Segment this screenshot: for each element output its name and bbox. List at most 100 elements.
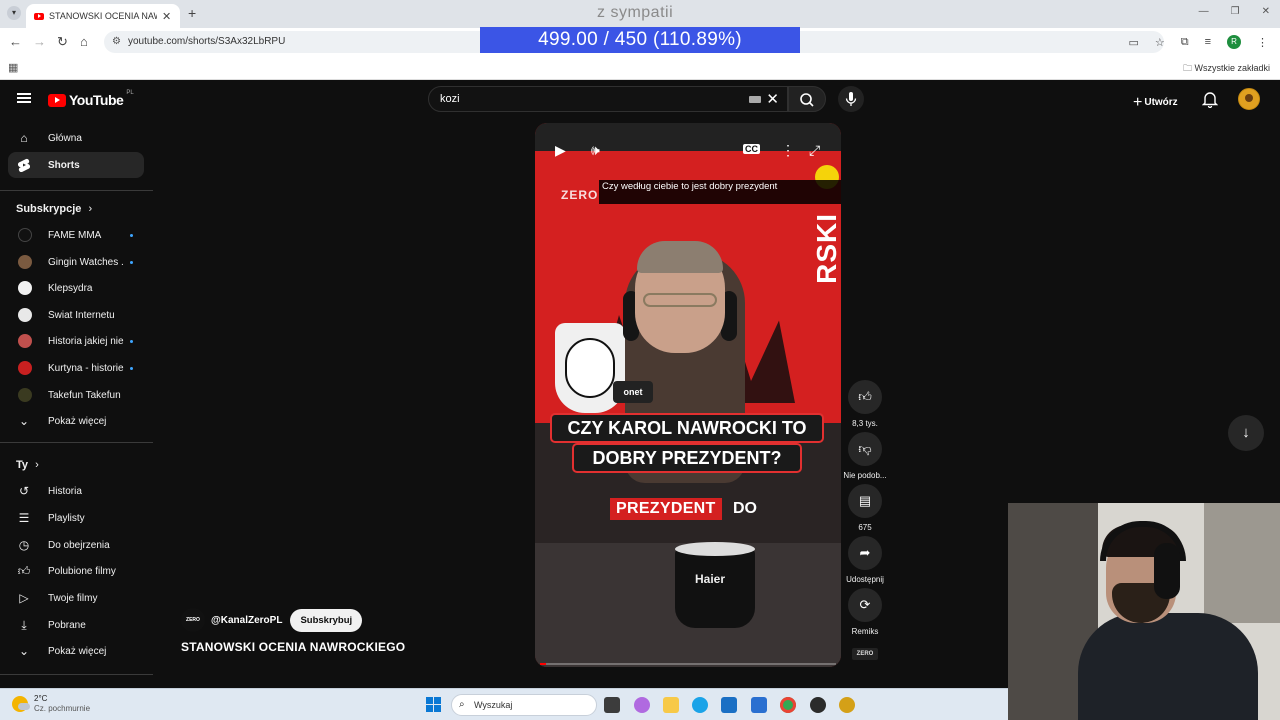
- media-icon[interactable]: ≡: [1205, 36, 1211, 48]
- subscriptions-heading-label: Subskrypcje: [16, 203, 82, 215]
- maximize-icon[interactable]: ❐: [1231, 6, 1240, 17]
- sidebar-item-home[interactable]: ⌂ Główna: [8, 125, 144, 151]
- sidebar-item-playlists[interactable]: ☰ Playlisty: [8, 505, 144, 531]
- volume-icon[interactable]: 🕪︎: [591, 142, 600, 159]
- video-caption: Czy według ciebie to jest dobry prezyden…: [599, 180, 841, 204]
- keyboard-icon[interactable]: [749, 96, 761, 103]
- obs-icon[interactable]: [810, 697, 826, 713]
- sidebar-item-shorts[interactable]: Shorts: [8, 152, 144, 178]
- subscriptions-heading[interactable]: Subskrypcje ›: [16, 203, 92, 215]
- microphone-icon: [845, 92, 857, 106]
- file-explorer-icon[interactable]: [663, 697, 679, 713]
- sidebar-divider: [0, 190, 153, 191]
- like-count: 8,3 tys.: [852, 419, 878, 428]
- more-options-icon[interactable]: ⋮: [781, 142, 795, 159]
- channel-handle[interactable]: @KanalZeroPL: [211, 615, 282, 626]
- weather-widget[interactable]: 2°C Cz. pochmurnie: [12, 694, 90, 714]
- chevron-down-icon: ⌄: [18, 644, 30, 658]
- subscription-name: Świat Internetu: [48, 309, 115, 321]
- create-label: Utwórz: [1144, 97, 1178, 108]
- weather-icon: [12, 696, 30, 712]
- sidebar-item-history[interactable]: ↺ Historia: [8, 478, 144, 504]
- new-content-dot: [130, 366, 133, 370]
- chrome-icon[interactable]: [780, 697, 796, 713]
- clear-search-icon[interactable]: ✕: [766, 90, 779, 108]
- sidebar-item-watch-later[interactable]: ◷ Do obejrzenia: [8, 532, 144, 558]
- tab-search-button[interactable]: ▾: [7, 6, 21, 20]
- extensions-icon[interactable]: ⧉: [1181, 36, 1189, 49]
- play-icon[interactable]: ▶: [555, 142, 566, 159]
- channel-avatar[interactable]: ZERO: [181, 608, 205, 632]
- search-input[interactable]: kozi ✕: [428, 86, 788, 112]
- cast-icon[interactable]: ▭: [1128, 36, 1138, 49]
- home-icon[interactable]: ⌂: [80, 34, 88, 49]
- forward-icon[interactable]: →: [33, 34, 46, 49]
- sidebar-item-subscription[interactable]: Gingin Watches ...: [8, 249, 144, 275]
- app-icon[interactable]: [839, 697, 855, 713]
- edge-icon[interactable]: [692, 697, 708, 713]
- store-icon[interactable]: [751, 697, 767, 713]
- you-heading[interactable]: Ty ›: [16, 459, 39, 471]
- new-tab-button[interactable]: +: [188, 5, 196, 21]
- copilot-icon[interactable]: [634, 697, 650, 713]
- stream-goal-counter: 499.00 / 450 (110.89%): [480, 27, 800, 53]
- webcam-shelf: [1204, 503, 1280, 623]
- comments-button[interactable]: ▤ 675: [843, 484, 887, 532]
- sidebar-item-subscription[interactable]: Takefun Takefun: [8, 382, 144, 408]
- shorts-video-player[interactable]: ZERO RSKI onet Czy według ciebie to jest…: [535, 123, 841, 667]
- browser-menu-icon[interactable]: ⋮: [1257, 36, 1268, 49]
- youtube-logo[interactable]: YouTube PL: [48, 90, 134, 108]
- sidebar-item-subscription[interactable]: Kurtyna - historie...: [8, 355, 144, 381]
- fullscreen-icon[interactable]: ⤢: [809, 142, 820, 159]
- sidebar-item-downloads[interactable]: ⤓ Pobrane: [8, 612, 144, 638]
- create-button[interactable]: + Utwórz: [1133, 92, 1178, 111]
- show-more-you[interactable]: ⌄ Pokaż więcej: [8, 638, 144, 664]
- temperature: 2°C: [34, 694, 48, 703]
- share-button[interactable]: ➦ Udostępnij: [843, 536, 887, 584]
- video-progress-bar[interactable]: [540, 663, 836, 665]
- video-vertical-text: RSKI: [811, 213, 841, 284]
- sidebar-item-subscription[interactable]: FAME MMA: [8, 222, 144, 248]
- site-info-icon[interactable]: ⚙: [112, 31, 121, 53]
- dislike-button[interactable]: 👎︎ Nie podob...: [843, 432, 887, 480]
- menu-icon[interactable]: [17, 93, 31, 103]
- bookmark-star-icon[interactable]: ☆: [1155, 36, 1165, 49]
- arrow-down-icon: ↓: [1242, 424, 1250, 441]
- reload-icon[interactable]: ↻: [57, 34, 68, 50]
- sound-source-thumbnail[interactable]: ZERO: [852, 648, 878, 660]
- youtube-play-icon: [48, 93, 66, 107]
- sidebar-item-subscription[interactable]: Świat Internetu: [8, 302, 144, 328]
- all-bookmarks-button[interactable]: 🗀 Wszystkie zakładki: [1183, 61, 1270, 77]
- sidebar-item-liked[interactable]: 👍︎ Polubione filmy: [8, 558, 144, 584]
- video-brand-overlay: ZERO: [561, 188, 599, 202]
- sidebar-item-subscription[interactable]: Klepsydra: [8, 275, 144, 301]
- short-title[interactable]: STANOWSKI OCENIA NAWROCKIEGO: [181, 640, 405, 654]
- window-close-icon[interactable]: ✕: [1262, 6, 1270, 17]
- captions-icon[interactable]: CC: [743, 144, 760, 154]
- subscribe-button[interactable]: Subskrybuj: [290, 608, 363, 632]
- like-button[interactable]: 👍︎ 8,3 tys.: [843, 380, 887, 428]
- profile-avatar[interactable]: R: [1227, 35, 1241, 49]
- tab-close-icon[interactable]: ✕: [162, 10, 171, 23]
- you-heading-label: Ty: [16, 459, 29, 471]
- notifications-button[interactable]: [1201, 90, 1219, 109]
- sidebar-item-label: Historia: [48, 485, 82, 497]
- sidebar-item-subscription[interactable]: Historia jakiej nie...: [8, 328, 144, 354]
- next-short-button[interactable]: ↓: [1228, 415, 1264, 451]
- show-more-subscriptions[interactable]: ⌄ Pokaż więcej: [8, 408, 144, 434]
- search-button[interactable]: [788, 86, 826, 112]
- minimize-icon[interactable]: —: [1199, 6, 1209, 17]
- browser-tab[interactable]: STANOWSKI OCENIA NAWRO ✕: [26, 4, 180, 28]
- subscription-name: Klepsydra: [48, 282, 93, 294]
- taskbar-search[interactable]: ⌕ Wyszukaj: [451, 694, 597, 716]
- task-view-icon[interactable]: [604, 697, 620, 713]
- apps-grid-icon[interactable]: ▦: [8, 61, 18, 74]
- outlook-icon[interactable]: [721, 697, 737, 713]
- start-button[interactable]: [426, 697, 441, 712]
- account-avatar[interactable]: [1238, 88, 1260, 110]
- remix-button[interactable]: ⟳ Remiks: [843, 588, 887, 636]
- voice-search-button[interactable]: [838, 86, 864, 112]
- sidebar-item-your-videos[interactable]: ▷ Twoje filmy: [8, 585, 144, 611]
- back-icon[interactable]: ←: [9, 34, 22, 49]
- remix-icon: ⟳: [848, 588, 882, 622]
